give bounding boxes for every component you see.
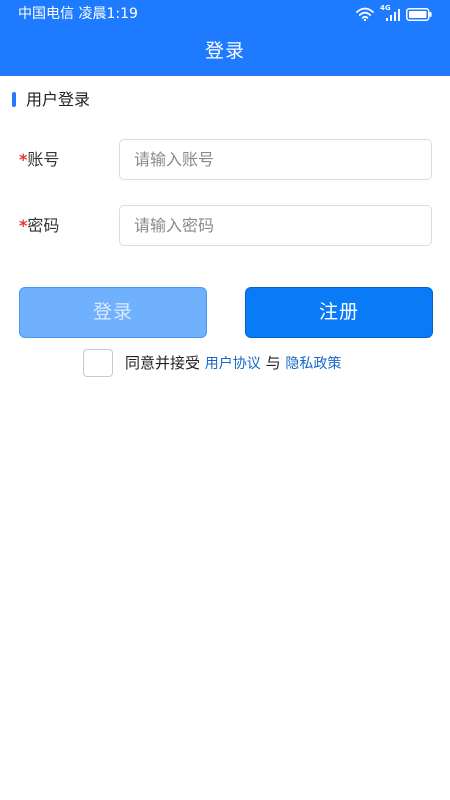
app-header: 中国电信 凌晨1:19 4G 登录 [0,0,450,76]
section-header: 用户登录 [0,88,450,112]
battery-icon [406,7,432,21]
login-screen: 中国电信 凌晨1:19 4G 登录 用户登录 *账号 请输入账号 *密码 登录 … [0,0,450,800]
status-bar: 中国电信 凌晨1:19 4G [0,0,450,28]
account-input[interactable] [119,139,432,180]
password-label: *密码 [19,205,59,247]
carrier-time: 中国电信 凌晨1:19 [18,6,138,22]
password-input[interactable] [119,205,432,246]
privacy-policy-link[interactable]: 隐私政策 [285,356,341,372]
user-agreement-link[interactable]: 用户协议 [205,356,261,372]
cellular-signal: 4G [380,4,400,21]
wifi-icon [356,7,374,21]
register-button[interactable]: 注册 [245,287,433,338]
agreement-checkbox[interactable] [83,349,113,377]
account-label: *账号 [19,139,59,181]
agreement-conjunction: 与 [265,354,281,372]
password-row: *密码 [0,205,450,247]
status-icons: 4G [356,4,432,22]
signal-icon [386,9,400,21]
section-title: 用户登录 [26,90,91,109]
agreement-text: 同意并接受 用户协议 与 隐私政策 [125,348,341,378]
agreement-row: 同意并接受 用户协议 与 隐私政策 [0,348,450,378]
section-accent-bar [12,92,16,107]
page-title: 登录 [204,40,245,62]
account-label-text: 账号 [27,150,60,169]
password-label-text: 密码 [27,216,60,235]
agreement-prefix: 同意并接受 [125,354,201,372]
login-button[interactable]: 登录 [19,287,207,338]
account-row: *账号 [0,139,450,181]
